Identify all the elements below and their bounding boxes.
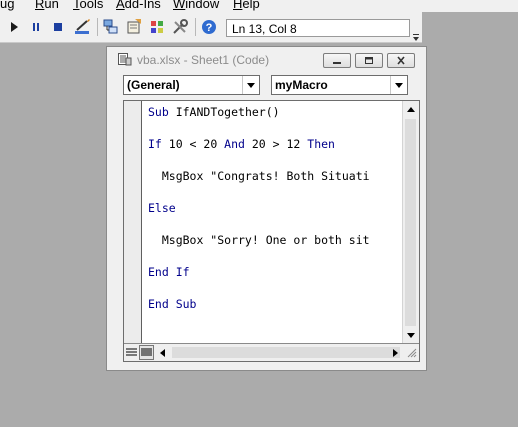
vertical-scrollbar[interactable]	[402, 101, 419, 344]
code-line: Else	[148, 201, 176, 215]
menu-bar: ug Run Tools Add-Ins Window Help	[0, 0, 518, 12]
code-line: Sub IfANDTogether()	[148, 105, 280, 119]
menu-window[interactable]: Window	[173, 0, 219, 11]
resize-grip-icon[interactable]	[404, 345, 419, 360]
menu-add-ins[interactable]: Add-Ins	[116, 0, 161, 11]
margin-indicator-bar[interactable]	[124, 101, 142, 344]
svg-text:?: ?	[206, 22, 213, 34]
menu-debug[interactable]: ug	[0, 0, 14, 11]
vertical-scroll-thumb[interactable]	[405, 119, 416, 326]
break-icon[interactable]	[26, 17, 46, 37]
run-icon[interactable]	[4, 17, 24, 37]
toolbox-icon[interactable]	[170, 17, 190, 37]
standard-toolbar: ? Ln 13, Col 8	[0, 12, 422, 43]
procedure-view-icon[interactable]	[124, 345, 139, 360]
horizontal-scrollbar[interactable]	[124, 343, 419, 361]
code-line: End If	[148, 265, 190, 279]
scroll-right-icon[interactable]	[388, 345, 403, 360]
scroll-left-icon[interactable]	[155, 345, 170, 360]
scroll-up-icon[interactable]	[403, 102, 418, 117]
cursor-position-status: Ln 13, Col 8	[226, 19, 410, 37]
horizontal-scroll-track[interactable]	[172, 347, 400, 358]
minimize-button[interactable]	[323, 53, 351, 68]
reset-icon[interactable]	[48, 17, 68, 37]
code-window-icon	[118, 53, 132, 71]
chevron-down-icon[interactable]	[390, 76, 407, 94]
menu-tools[interactable]: Tools	[73, 0, 103, 11]
toolbar-overflow-icon[interactable]	[412, 30, 420, 41]
chevron-down-icon[interactable]	[242, 76, 259, 94]
restore-button[interactable]	[355, 53, 383, 68]
code-window-titlebar[interactable]: vba.xlsx - Sheet1 (Code)	[107, 47, 426, 72]
object-dropdown[interactable]: (General)	[123, 75, 260, 95]
code-editor[interactable]: Sub IfANDTogether() If 10 < 20 And 20 > …	[123, 100, 420, 362]
help-icon[interactable]: ?	[199, 17, 219, 37]
procedure-dropdown[interactable]: myMacro	[271, 75, 408, 95]
window-title: vba.xlsx - Sheet1 (Code)	[137, 53, 270, 67]
full-module-view-icon[interactable]	[139, 345, 154, 360]
code-line: MsgBox "Congrats! Both Situati	[148, 169, 370, 183]
code-line: If 10 < 20 And 20 > 12 Then	[148, 137, 335, 151]
properties-icon[interactable]	[124, 17, 144, 37]
design-mode-icon[interactable]	[72, 17, 92, 37]
code-line: End Sub	[148, 297, 197, 311]
toolbar-separator	[195, 18, 196, 36]
code-window: vba.xlsx - Sheet1 (Code) (General) myMac…	[106, 46, 427, 371]
menu-help[interactable]: Help	[233, 0, 260, 11]
scroll-down-icon[interactable]	[403, 328, 418, 343]
object-browser-icon[interactable]	[147, 17, 167, 37]
close-button[interactable]	[387, 53, 415, 68]
code-area[interactable]: Sub IfANDTogether() If 10 < 20 And 20 > …	[148, 101, 404, 344]
code-line: MsgBox "Sorry! One or both sit	[148, 233, 370, 247]
toolbar-separator	[97, 18, 98, 36]
project-explorer-icon[interactable]	[101, 17, 121, 37]
menu-run[interactable]: Run	[35, 0, 59, 11]
